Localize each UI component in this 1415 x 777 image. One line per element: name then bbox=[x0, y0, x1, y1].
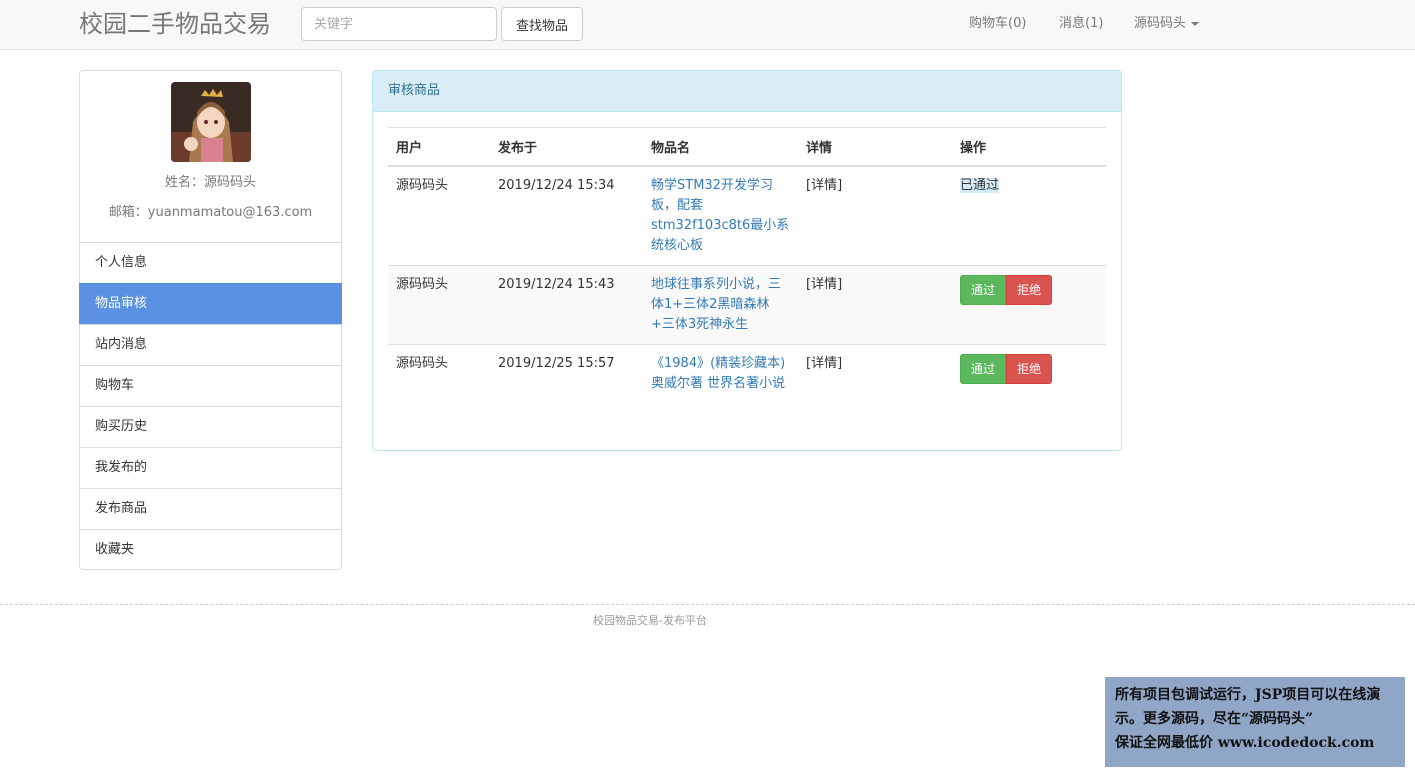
profile-name: 姓名：源码码头 bbox=[164, 175, 256, 190]
column-header-detail: 详情 bbox=[798, 127, 952, 167]
banner-line-2: 保证全网最低价 www.icodedock.com bbox=[1115, 735, 1375, 751]
status-passed-label: 已通过 bbox=[960, 177, 1000, 193]
nav-messages-link[interactable]: 消息(1) bbox=[1059, 0, 1103, 50]
review-table: 用户 发布于 物品名 详情 操作 源码码头 2019/12/24 15:34 畅… bbox=[388, 127, 1106, 403]
footer-text: 校园物品交易-发布平台 bbox=[593, 614, 707, 627]
search-button[interactable]: 查找物品 bbox=[501, 7, 583, 41]
detail-link[interactable]: [详情] bbox=[806, 356, 842, 371]
table-row: 源码码头 2019/12/24 15:43 地球往事系列小说，三体1+三体2黑暗… bbox=[388, 264, 1106, 344]
profile-card: 姓名：源码码头 邮箱：yuanmamatou@163.com bbox=[79, 70, 342, 242]
detail-link[interactable]: [详情] bbox=[806, 178, 842, 193]
row-date: 2019/12/25 15:57 bbox=[490, 343, 643, 403]
column-header-action: 操作 bbox=[952, 127, 1106, 167]
sidebar-item-history[interactable]: 购买历史 bbox=[79, 406, 342, 447]
brand-title[interactable]: 校园二手物品交易 bbox=[79, 8, 271, 40]
nav-user-dropdown[interactable]: 源码码头 bbox=[1134, 0, 1200, 50]
detail-link[interactable]: [详情] bbox=[806, 277, 842, 292]
sidebar-item-review[interactable]: 物品审核 bbox=[79, 283, 342, 324]
sidebar-item-favorites[interactable]: 收藏夹 bbox=[79, 529, 342, 570]
row-date: 2019/12/24 15:34 bbox=[490, 165, 643, 265]
sidebar-item-messages[interactable]: 站内消息 bbox=[79, 324, 342, 365]
column-header-date: 发布于 bbox=[490, 127, 643, 167]
avatar bbox=[170, 82, 251, 162]
row-user: 源码码头 bbox=[388, 264, 490, 344]
sidebar: 姓名：源码码头 邮箱：yuanmamatou@163.com 个人信息 物品审核… bbox=[79, 70, 342, 570]
approve-button[interactable]: 通过 bbox=[960, 274, 1007, 305]
promo-banner: 所有项目包调试运行，JSP项目可以在线演示。更多源码，尽在“源码码头” 保证全网… bbox=[1105, 677, 1405, 767]
goods-name-link[interactable]: 畅学STM32开发学习板，配套stm32f103c8t6最小系统核心板 bbox=[651, 178, 789, 253]
panel-title: 审核商品 bbox=[373, 71, 1121, 112]
goods-name-link[interactable]: 地球往事系列小说，三体1+三体2黑暗森林+三体3死神永生 bbox=[651, 277, 781, 332]
sidebar-item-profile[interactable]: 个人信息 bbox=[79, 242, 342, 283]
sidebar-item-publish[interactable]: 发布商品 bbox=[79, 488, 342, 529]
table-row: 源码码头 2019/12/25 15:57 《1984》(精装珍藏本) 奥威尔著… bbox=[388, 343, 1106, 403]
goods-name-link[interactable]: 《1984》(精装珍藏本) 奥威尔著 世界名著小说 bbox=[651, 356, 785, 391]
sidebar-item-cart[interactable]: 购物车 bbox=[79, 365, 342, 406]
row-user: 源码码头 bbox=[388, 165, 490, 265]
caret-down-icon bbox=[1191, 21, 1200, 26]
table-row: 源码码头 2019/12/24 15:34 畅学STM32开发学习板，配套stm… bbox=[388, 165, 1106, 265]
search-input[interactable] bbox=[301, 7, 497, 41]
avatar-image bbox=[170, 82, 251, 162]
navbar: 校园二手物品交易 查找物品 购物车(0) 消息(1) 源码码头 bbox=[0, 0, 1415, 50]
profile-email: 邮箱：yuanmamatou@163.com bbox=[108, 205, 313, 220]
reject-button[interactable]: 拒绝 bbox=[1006, 274, 1053, 305]
table-header-row: 用户 发布于 物品名 详情 操作 bbox=[388, 127, 1106, 167]
column-header-name: 物品名 bbox=[643, 127, 798, 167]
review-panel: 审核商品 用户 发布于 物品名 详情 操作 源码码头 2019/12/24 15… bbox=[372, 70, 1122, 451]
sidebar-item-my-posts[interactable]: 我发布的 bbox=[79, 447, 342, 488]
nav-user-label: 源码码头 bbox=[1134, 16, 1187, 31]
reject-button[interactable]: 拒绝 bbox=[1006, 353, 1053, 384]
footer-divider bbox=[0, 604, 1415, 605]
row-date: 2019/12/24 15:43 bbox=[490, 264, 643, 344]
nav-cart-link[interactable]: 购物车(0) bbox=[969, 0, 1026, 50]
banner-line-1: 所有项目包调试运行，JSP项目可以在线演示。更多源码，尽在“源码码头” bbox=[1115, 687, 1381, 727]
approve-button[interactable]: 通过 bbox=[960, 353, 1007, 384]
row-user: 源码码头 bbox=[388, 343, 490, 403]
column-header-user: 用户 bbox=[388, 127, 490, 167]
sidebar-menu: 个人信息 物品审核 站内消息 购物车 购买历史 我发布的 发布商品 收藏夹 bbox=[79, 242, 342, 570]
